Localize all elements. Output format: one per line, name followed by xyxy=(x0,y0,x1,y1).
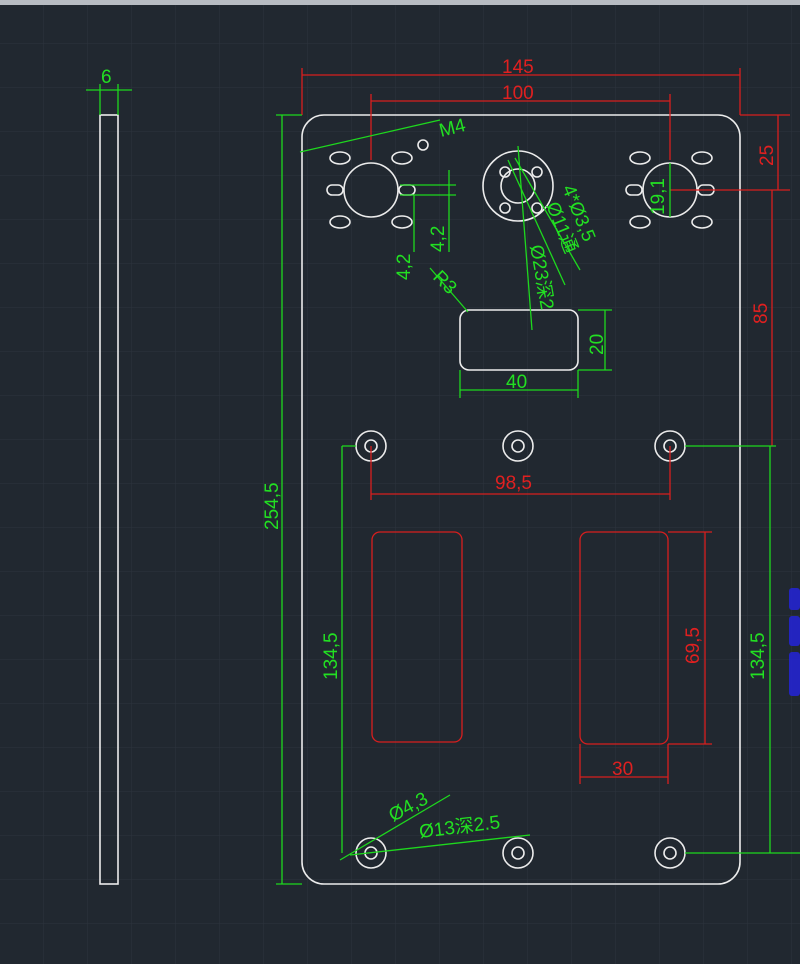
dim-overall-width: 145 xyxy=(502,57,534,78)
dim-hole-spacing-top: 100 xyxy=(502,83,534,104)
dim-thickness: 6 xyxy=(101,67,112,88)
dim-slot-width: 40 xyxy=(506,372,527,393)
dim-overall-height: 254,5 xyxy=(262,482,283,530)
dim-slot-offset-b: 4,2 xyxy=(428,226,449,252)
dim-top-offset: 25 xyxy=(757,145,778,166)
dim-vertical-85: 85 xyxy=(751,303,772,324)
cad-drawing: 6 145 100 25 85 98,5 69,5 30 254,5 M4 4,… xyxy=(0,0,800,964)
dim-hole-diameter: 19,1 xyxy=(648,178,669,215)
dim-mount-spacing: 98,5 xyxy=(495,473,532,494)
dim-slot-offset-a: 4,2 xyxy=(394,254,415,280)
dim-window-height: 69,5 xyxy=(683,627,704,664)
dim-left-vertical: 134,5 xyxy=(321,632,342,680)
dim-window-width: 30 xyxy=(612,759,633,780)
dim-slot-height: 20 xyxy=(587,334,608,355)
dim-right-vertical: 134,5 xyxy=(748,632,769,680)
cropped-blue-annotation xyxy=(789,588,800,696)
top-border xyxy=(0,0,800,5)
